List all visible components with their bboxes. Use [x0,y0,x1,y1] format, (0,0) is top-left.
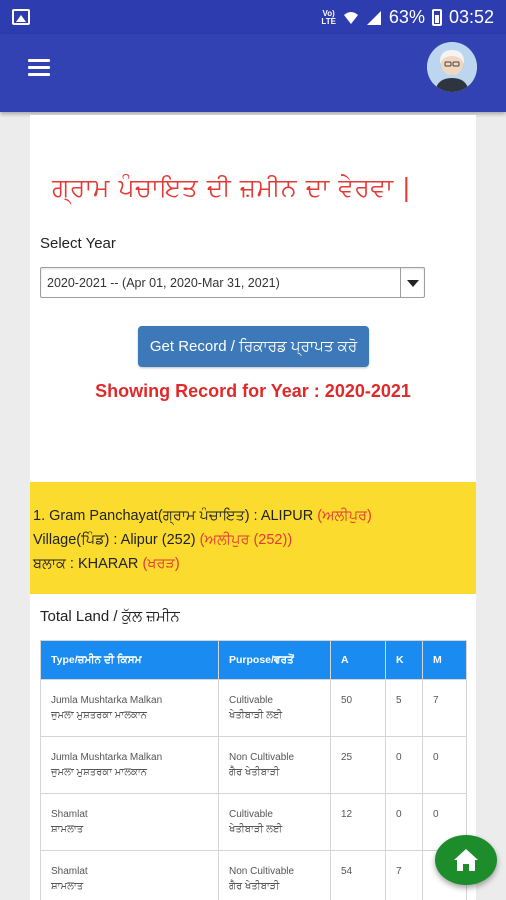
hamburger-menu-icon[interactable] [28,59,50,77]
table-header-row: Type/ਜ਼ਮੀਨ ਦੀ ਕਿਸਮ Purpose/ਵਰਤੋਂ A K M [40,640,467,680]
m-cell: 0 [422,736,467,794]
purpose-cell: Cultivable ਖੇਤੀਬਾੜੀ ਲਈ [218,793,331,851]
home-button[interactable] [435,835,497,885]
k-cell: 7 [385,850,423,900]
type-cell: Shamlat ਸ਼ਾਮਲਾਤ [40,793,219,851]
k-cell: 0 [385,793,423,851]
a-cell: 54 [330,850,386,900]
col-header-purpose: Purpose/ਵਰਤੋਂ [218,640,331,680]
battery-percent: 63% [388,7,425,27]
gram-panchayat-info: 1. Gram Panchayat(ਗ੍ਰਾਮ ਪੰਚਾਇਤ) : ALIPUR… [30,482,476,594]
chevron-down-icon[interactable] [400,268,424,297]
page-title: ਗ੍ਰਾਮ ਪੰਚਾਇਤ ਦੀ ਜ਼ਮੀਨ ਦਾ ਵੇਰਵਾ | [52,173,412,202]
battery-icon [431,9,442,26]
block-line: ਬਲਾਕ : KHARAR (ਖਰੜ) [33,556,180,572]
table-row: Jumla Mushtarka Malkan ਜੁਮਲਾ ਮੁਸ਼ਤਰਕਾ ਮਾਲ… [40,736,467,794]
user-avatar-icon[interactable] [427,42,477,92]
status-indicators: Vo) LTE 63% 03:52 [321,7,494,28]
get-record-button[interactable]: Get Record / ਰਿਕਾਰਡ ਪ੍ਰਾਪਤ ਕਰੋ [138,326,369,367]
col-header-k: K [385,640,423,680]
select-year-label: Select Year [40,235,116,252]
purpose-cell: Non Cultivable ਗੈਰ ਖੇਤੀਬਾੜੀ [218,850,331,900]
type-cell: Jumla Mushtarka Malkan ਜੁਮਲਾ ਮੁਸ਼ਤਰਕਾ ਮਾਲ… [40,679,219,737]
col-header-type: Type/ਜ਼ਮੀਨ ਦੀ ਕਿਸਮ [40,640,219,680]
total-land-heading: Total Land / ਕੁੱਲ ਜ਼ਮੀਨ [40,608,180,625]
content-card: ਗ੍ਰਾਮ ਪੰਚਾਇਤ ਦੀ ਜ਼ਮੀਨ ਦਾ ਵੇਰਵਾ | Select … [30,115,476,900]
status-bar: Vo) LTE 63% 03:52 [0,0,506,34]
app-bar [0,34,506,112]
showing-record-text: Showing Record for Year : 2020-2021 [95,381,411,401]
total-land-table: Type/ਜ਼ਮੀਨ ਦੀ ਕਿਸਮ Purpose/ਵਰਤੋਂ A K M J… [40,640,467,900]
year-select-dropdown[interactable]: 2020-2021 -- (Apr 01, 2020-Mar 31, 2021) [40,267,425,298]
table-row: Shamlat ਸ਼ਾਮਲਾਤ Cultivable ਖੇਤੀਬਾੜੀ ਲਈ 12 … [40,793,467,851]
k-cell: 5 [385,679,423,737]
volte-icon: Vo) LTE [321,8,336,26]
home-icon [454,849,478,871]
clock-time: 03:52 [448,7,494,27]
a-cell: 50 [330,679,386,737]
table-row: Shamlat ਸ਼ਾਮਲਾਤ Non Cultivable ਗੈਰ ਖੇਤੀਬਾੜ… [40,850,467,900]
village-line: Village(ਪਿੰਡ) : Alipur (252) (ਅਲੀਪੁਰ (25… [33,532,293,548]
col-header-m: M [422,640,467,680]
k-cell: 0 [385,736,423,794]
purpose-cell: Cultivable ਖੇਤੀਬਾੜੀ ਲਈ [218,679,331,737]
signal-icon [366,10,381,25]
m-cell: 7 [422,679,467,737]
table-row: Jumla Mushtarka Malkan ਜੁਮਲਾ ਮੁਸ਼ਤਰਕਾ ਮਾਲ… [40,679,467,737]
gram-panchayat-line: 1. Gram Panchayat(ਗ੍ਰਾਮ ਪੰਚਾਇਤ) : ALIPUR… [33,508,372,524]
gallery-notification-icon [12,9,30,25]
a-cell: 12 [330,793,386,851]
purpose-cell: Non Cultivable ਗੈਰ ਖੇਤੀਬਾੜੀ [218,736,331,794]
type-cell: Shamlat ਸ਼ਾਮਲਾਤ [40,850,219,900]
wifi-icon [343,11,358,24]
a-cell: 25 [330,736,386,794]
type-cell: Jumla Mushtarka Malkan ਜੁਮਲਾ ਮੁਸ਼ਤਰਕਾ ਮਾਲ… [40,736,219,794]
col-header-a: A [330,640,386,680]
year-select-value: 2020-2021 -- (Apr 01, 2020-Mar 31, 2021) [47,276,280,290]
